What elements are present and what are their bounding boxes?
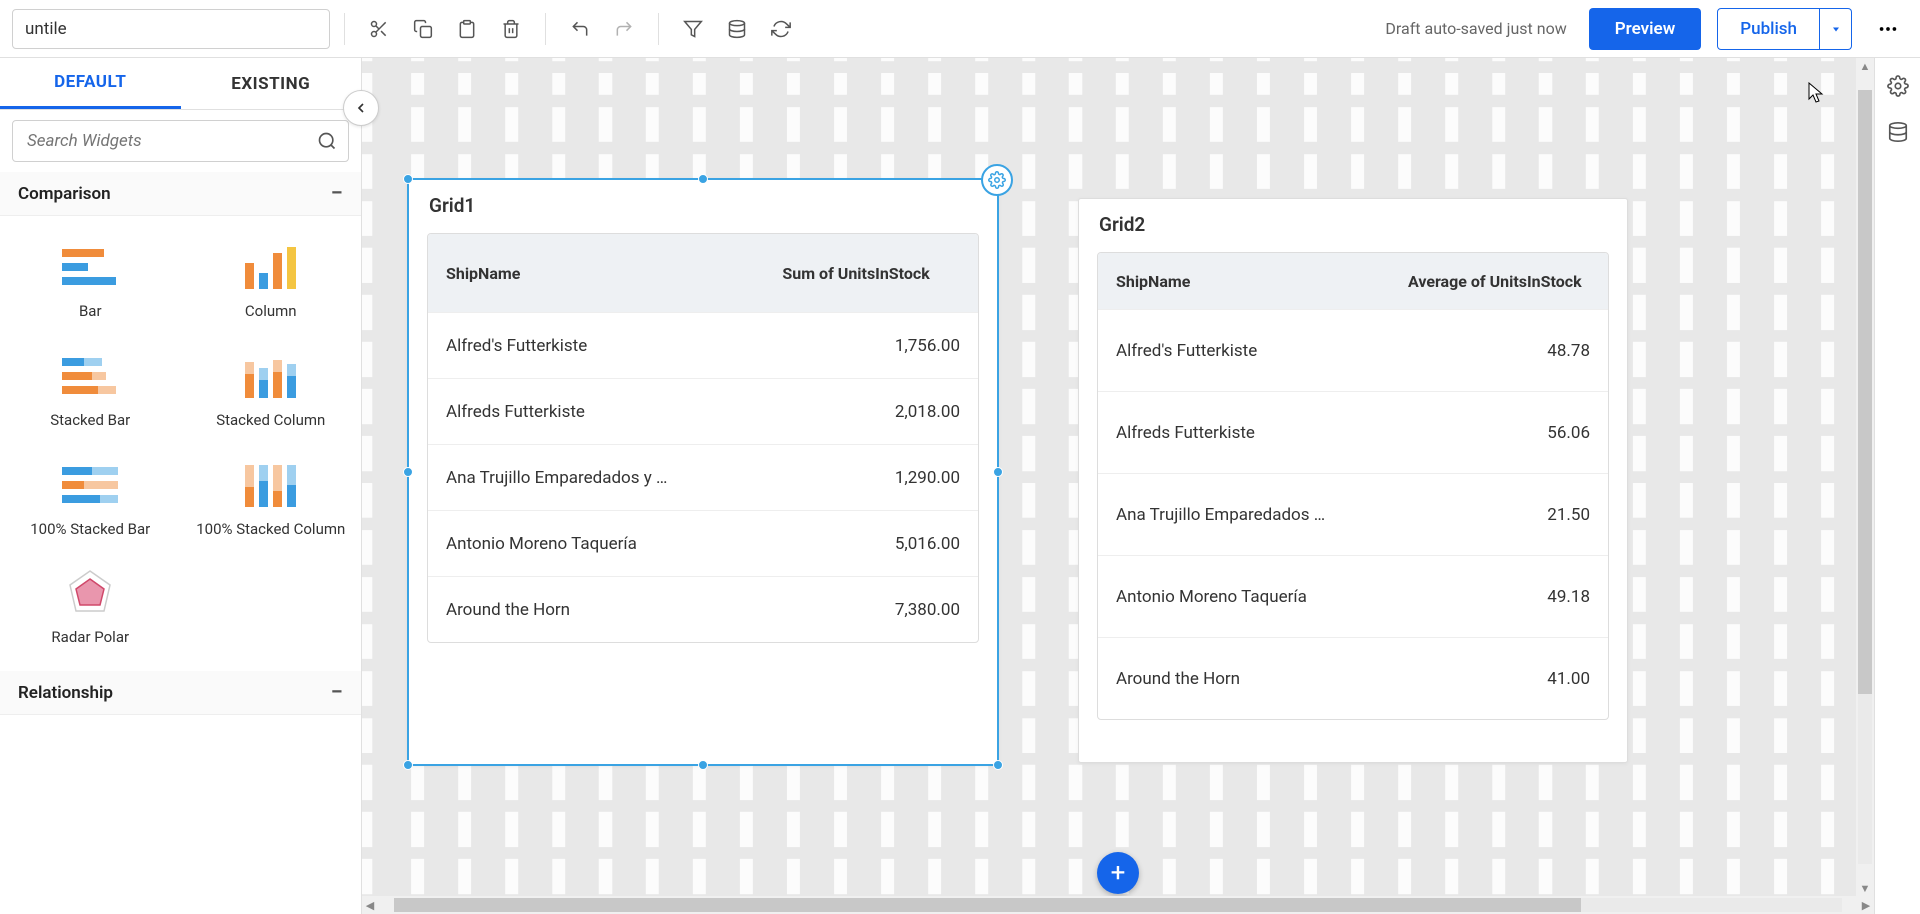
table-row[interactable]: Alfred's Futterkiste48.78 (1098, 309, 1608, 391)
stacked-bar-icon (54, 349, 126, 403)
category-label: Comparison (18, 184, 111, 204)
table-row[interactable]: Alfred's Futterkiste1,756.00 (428, 312, 978, 378)
publish-button[interactable]: Publish (1717, 8, 1820, 50)
add-widget-fab[interactable]: + (1097, 852, 1139, 894)
grid2-table: ShipName Average of UnitsInStock Alfred'… (1097, 252, 1609, 720)
datasource-button[interactable] (717, 9, 757, 49)
widget-settings-button[interactable] (981, 164, 1013, 196)
pct-stacked-bar-icon (54, 458, 126, 512)
collapse-icon: − (331, 181, 343, 206)
divider (545, 13, 546, 45)
bar-icon (54, 240, 126, 294)
widget-grid2[interactable]: Grid2 ShipName Average of UnitsInStock A… (1078, 198, 1628, 763)
widget-grid1[interactable]: Grid1 ShipName Sum of UnitsInStock Alfre… (407, 178, 999, 766)
widget-stacked-bar[interactable]: Stacked Bar (0, 335, 181, 444)
properties-button[interactable] (1882, 70, 1914, 102)
widget-label: 100% Stacked Bar (30, 520, 150, 539)
datasource-panel-button[interactable] (1882, 116, 1914, 148)
widget-label: Radar Polar (51, 628, 129, 647)
column-header[interactable]: ShipName (1098, 272, 1382, 291)
canvas-area: Grid1 ShipName Sum of UnitsInStock Alfre… (362, 58, 1874, 914)
widget-title: Grid2 (1079, 199, 1627, 246)
right-rail (1874, 58, 1920, 914)
undo-button[interactable] (560, 9, 600, 49)
scroll-up-icon[interactable]: ▲ (1857, 58, 1873, 74)
autosave-status: Draft auto-saved just now (1385, 19, 1566, 38)
table-row[interactable]: Around the Horn7,380.00 (428, 576, 978, 642)
collapse-sidebar-button[interactable] (343, 90, 379, 126)
table-row[interactable]: Antonio Moreno Taquería49.18 (1098, 555, 1608, 637)
table-row[interactable]: Antonio Moreno Taquería5,016.00 (428, 510, 978, 576)
dashboard-title-input[interactable] (12, 9, 330, 49)
toolbar: Draft auto-saved just now Preview Publis… (0, 0, 1920, 58)
table-row[interactable]: Ana Trujillo Emparedados …21.50 (1098, 473, 1608, 555)
preview-button[interactable]: Preview (1589, 8, 1702, 50)
tab-existing[interactable]: EXISTING (181, 58, 362, 109)
canvas[interactable]: Grid1 ShipName Sum of UnitsInStock Alfre… (362, 58, 1874, 914)
widget-radar-polar[interactable]: Radar Polar (0, 552, 181, 661)
widget-label: 100% Stacked Column (196, 520, 345, 539)
widget-label: Column (245, 302, 297, 321)
category-relationship[interactable]: Relationship − (0, 671, 361, 715)
widget-100-stacked-bar[interactable]: 100% Stacked Bar (0, 444, 181, 553)
grid1-table: ShipName Sum of UnitsInStock Alfred's Fu… (427, 233, 979, 643)
cut-button[interactable] (359, 9, 399, 49)
radar-polar-icon (54, 566, 126, 620)
column-icon (235, 240, 307, 294)
column-header[interactable]: Sum of UnitsInStock (734, 264, 978, 283)
publish-dropdown[interactable] (1820, 8, 1852, 50)
tab-default[interactable]: DEFAULT (0, 58, 181, 109)
widget-100-stacked-column[interactable]: 100% Stacked Column (181, 444, 362, 553)
more-menu-button[interactable] (1868, 9, 1908, 49)
refresh-button[interactable] (761, 9, 801, 49)
search-icon (317, 131, 337, 151)
category-label: Relationship (18, 683, 113, 703)
copy-button[interactable] (403, 9, 443, 49)
category-comparison[interactable]: Comparison − (0, 172, 361, 216)
paste-button[interactable] (447, 9, 487, 49)
filter-button[interactable] (673, 9, 713, 49)
divider (658, 13, 659, 45)
horizontal-scrollbar[interactable]: ◀ ▶ (362, 896, 1874, 914)
vertical-scrollbar[interactable]: ▲ ▼ (1856, 58, 1874, 896)
table-row[interactable]: Around the Horn41.00 (1098, 637, 1608, 719)
widget-title: Grid1 (409, 180, 997, 227)
widget-stacked-column[interactable]: Stacked Column (181, 335, 362, 444)
widget-label: Stacked Bar (50, 411, 130, 430)
table-row[interactable]: Alfreds Futterkiste56.06 (1098, 391, 1608, 473)
collapse-icon: − (331, 680, 343, 705)
table-row[interactable]: Ana Trujillo Emparedados y …1,290.00 (428, 444, 978, 510)
column-header[interactable]: ShipName (428, 264, 734, 283)
widget-label: Bar (79, 302, 102, 321)
scroll-down-icon[interactable]: ▼ (1857, 880, 1873, 896)
widget-label: Stacked Column (216, 411, 325, 430)
column-header[interactable]: Average of UnitsInStock (1382, 272, 1608, 291)
divider (344, 13, 345, 45)
scroll-left-icon[interactable]: ◀ (362, 897, 378, 913)
pct-stacked-column-icon (235, 458, 307, 512)
delete-button[interactable] (491, 9, 531, 49)
redo-button[interactable] (604, 9, 644, 49)
widget-sidebar: DEFAULT EXISTING Comparison − Bar Column (0, 58, 362, 914)
search-widgets-input[interactable] (12, 120, 349, 162)
widget-column[interactable]: Column (181, 226, 362, 335)
table-row[interactable]: Alfreds Futterkiste2,018.00 (428, 378, 978, 444)
widget-list-comparison: Bar Column Stacked Bar Stacked Column 10… (0, 216, 361, 671)
stacked-column-icon (235, 349, 307, 403)
scroll-right-icon[interactable]: ▶ (1858, 897, 1874, 913)
widget-bar[interactable]: Bar (0, 226, 181, 335)
